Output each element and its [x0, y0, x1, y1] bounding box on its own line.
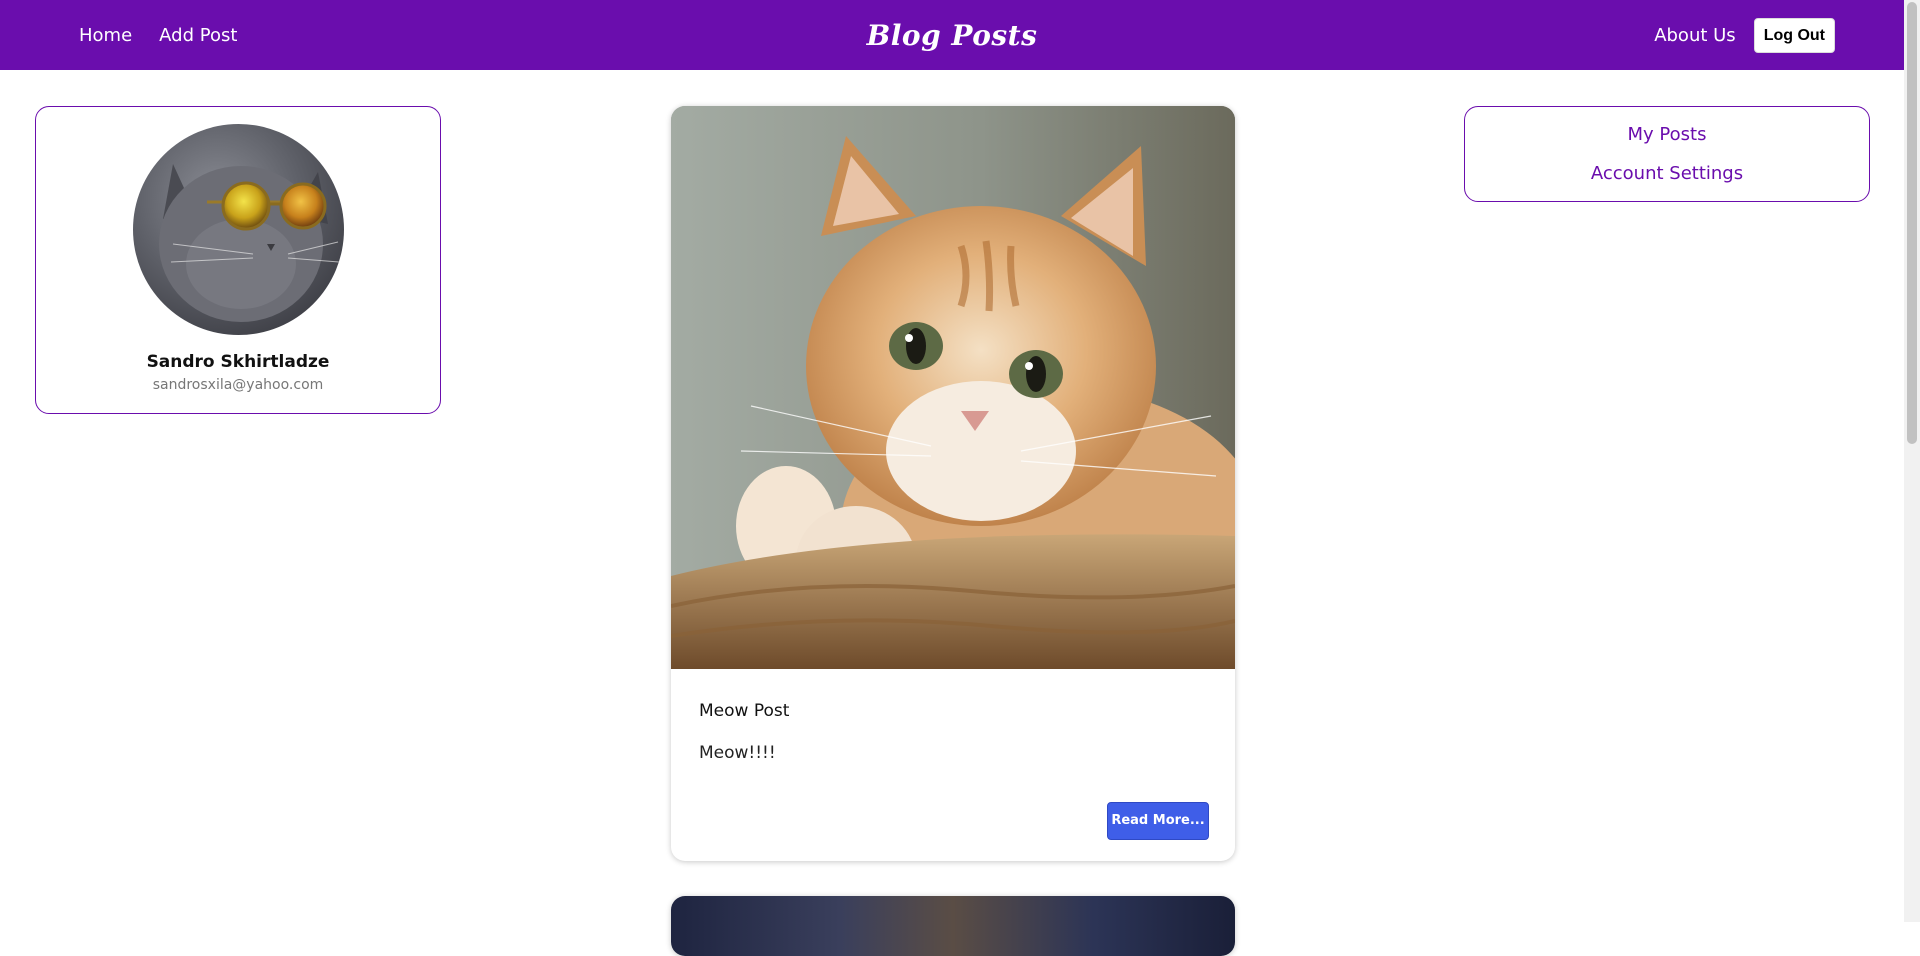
- menu-my-posts-link[interactable]: My Posts: [1465, 124, 1869, 145]
- nav-about-link[interactable]: About Us: [1654, 25, 1736, 46]
- user-menu-card: My Posts Account Settings: [1464, 106, 1870, 202]
- avatar-illustration: [159, 164, 340, 322]
- post-image: [671, 896, 1235, 956]
- logout-button[interactable]: Log Out: [1753, 17, 1835, 53]
- ginger-cat-photo: [671, 106, 1235, 669]
- scrollbar-thumb[interactable]: [1907, 2, 1917, 444]
- post-image: [671, 106, 1235, 669]
- page-scrollbar[interactable]: [1904, 0, 1920, 922]
- profile-card: Sandro Skhirtladze sandrosxila@yahoo.com: [35, 106, 441, 414]
- menu-account-settings-link[interactable]: Account Settings: [1465, 163, 1869, 184]
- post-title: Meow Post: [699, 701, 790, 721]
- nav-home-link[interactable]: Home: [79, 25, 132, 46]
- profile-name: Sandro Skhirtladze: [146, 352, 330, 372]
- top-navbar: Home Add Post Blog Posts About Us Log Ou…: [0, 0, 1904, 70]
- post-card: [671, 896, 1235, 956]
- nav-right-links: About Us Log Out: [1654, 0, 1835, 70]
- nav-left-links: Home Add Post: [79, 0, 237, 70]
- site-title: Blog Posts: [866, 18, 1038, 52]
- nav-add-post-link[interactable]: Add Post: [159, 25, 237, 46]
- post-card: Meow Post Meow!!!! Read More...: [671, 106, 1235, 861]
- profile-email: sandrosxila@yahoo.com: [152, 377, 324, 393]
- read-more-button[interactable]: Read More...: [1107, 802, 1209, 840]
- cat-avatar-icon: [133, 124, 344, 335]
- post-body: Meow!!!!: [699, 743, 776, 763]
